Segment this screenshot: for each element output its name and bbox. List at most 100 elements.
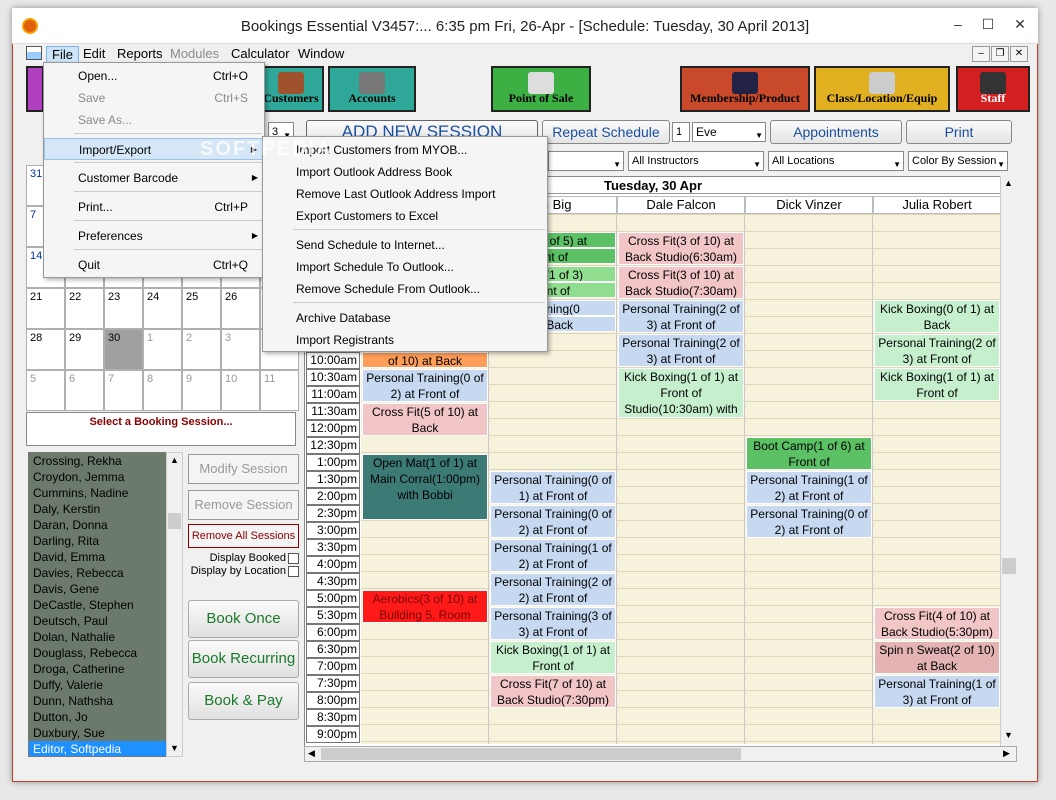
display-location-checkbox[interactable] — [288, 566, 299, 577]
schedule-event[interactable]: Personal Training(1 of 2) at Front of — [490, 539, 616, 572]
customer-list-scrollbar[interactable]: ▲ ▼ — [166, 452, 183, 757]
list-item[interactable]: Dunn, Nathsha — [29, 693, 167, 709]
calendar-icon[interactable] — [26, 46, 42, 60]
schedule-event[interactable]: Personal Training(2 of 3) at Front of — [874, 334, 1000, 367]
schedule-event[interactable]: Personal Training(0 of 2) at Front of — [746, 505, 872, 538]
list-item[interactable]: Croydon, Jemma — [29, 469, 167, 485]
schedule-event[interactable]: Cross Fit(4 of 10) at Back Studio(5:30pm… — [874, 607, 1000, 640]
submenu-item[interactable]: Send Schedule to Internet... — [263, 234, 547, 256]
calendar-day[interactable]: 22 — [65, 288, 104, 329]
schedule-event[interactable]: Open Mat(1 of 1) at Main Corral(1:00pm) … — [362, 454, 488, 520]
minimize-button[interactable]: – — [944, 14, 972, 34]
schedule-event[interactable]: Cross Fit(3 of 10) at Back Studio(7:30am… — [618, 266, 744, 299]
calendar-day[interactable]: 2 — [182, 329, 221, 370]
schedule-event[interactable]: Kick Boxing(0 of 1) at Back — [874, 300, 1000, 333]
calendar-day[interactable]: 29 — [65, 329, 104, 370]
appointments-button[interactable]: Appointments — [770, 120, 902, 144]
calendar-day[interactable]: 23 — [104, 288, 143, 329]
list-item[interactable]: DeCastle, Stephen — [29, 597, 167, 613]
calendar-day[interactable]: 1 — [143, 329, 182, 370]
list-item[interactable]: Editor, Softpedia — [29, 741, 167, 756]
color-select[interactable]: Color By Session ▼ — [908, 151, 1008, 171]
accounts-button[interactable]: Accounts — [328, 66, 416, 112]
calendar-day[interactable]: 10 — [221, 370, 260, 411]
schedule-event[interactable]: Cross Fit(7 of 10) at Back Studio(7:30pm… — [490, 675, 616, 708]
list-item[interactable]: Douglass, Rebecca — [29, 645, 167, 661]
modify-session-button[interactable]: Modify Session — [188, 454, 299, 484]
submenu-item[interactable]: Archive Database — [263, 307, 547, 329]
file-menu-item[interactable]: Print... Ctrl+P — [44, 196, 264, 218]
schedule-event[interactable]: Spin n Sweat(2 of 10) at Back — [874, 641, 1000, 674]
remove-session-button[interactable]: Remove Session — [188, 490, 299, 520]
staff-button[interactable]: Staff — [956, 66, 1030, 112]
calendar-day[interactable]: 7 — [104, 370, 143, 411]
scroll-thumb[interactable] — [168, 513, 181, 529]
schedule-event[interactable]: Personal Training(0 of 1) at Front of — [490, 471, 616, 504]
remove-all-sessions-button[interactable]: Remove All Sessions — [188, 524, 299, 548]
schedule-event[interactable]: Personal Training(2 of 3) at Front of — [618, 334, 744, 367]
submenu-item[interactable]: Import Registrants — [263, 329, 547, 351]
file-menu-item[interactable]: Save Ctrl+S — [44, 87, 264, 109]
list-item[interactable]: David, Emma — [29, 549, 167, 565]
close-button[interactable]: ✕ — [1006, 14, 1034, 34]
schedule-event[interactable]: Personal Training(0 of 2) at Front of — [490, 505, 616, 538]
scroll-thumb[interactable] — [321, 748, 741, 760]
list-item[interactable]: Crossing, Rekha — [29, 453, 167, 469]
toolbar-left-button[interactable] — [26, 66, 44, 112]
schedule-vscrollbar[interactable]: ▲ ▼ — [1000, 176, 1017, 746]
point-of-sale-button[interactable]: Point of Sale — [491, 66, 591, 112]
schedule-event[interactable]: Aerobics(3 of 10) at Building 5, Room — [362, 590, 488, 623]
chevron-down-icon[interactable]: ▼ — [1004, 730, 1013, 740]
calendar-day[interactable]: 3 — [221, 329, 260, 370]
locations-select[interactable]: All Locations ▼ — [768, 151, 904, 171]
customer-list[interactable]: Crossing, Rekha Croydon, Jemma Cummins, Na… — [28, 452, 168, 757]
schedule-event[interactable]: Personal Training(1 of 3) at Front of — [874, 675, 1000, 708]
schedule-event[interactable]: Cross Fit(5 of 10) at Back — [362, 403, 488, 436]
repeat-count-input[interactable]: 1 — [672, 122, 690, 142]
schedule-event[interactable]: Personal Training(3 of 3) at Front of — [490, 607, 616, 640]
menu-window[interactable]: Window — [293, 46, 349, 64]
list-item[interactable]: Dutton, Jo — [29, 709, 167, 725]
list-item[interactable]: Deutsch, Paul — [29, 613, 167, 629]
customers-button[interactable]: Customers — [258, 66, 324, 112]
schedule-event[interactable]: Personal Training(1 of 2) at Front of — [746, 471, 872, 504]
book-pay-button[interactable]: Book & Pay — [188, 682, 299, 720]
schedule-event[interactable]: Kick Boxing(1 of 1) at Front of — [874, 368, 1000, 401]
file-menu-item[interactable]: Save As... — [44, 109, 264, 131]
file-menu-item[interactable]: Quit Ctrl+Q — [44, 254, 264, 276]
chevron-up-icon[interactable]: ▲ — [1004, 178, 1013, 188]
mdi-close-button[interactable]: ✕ — [1010, 46, 1028, 62]
list-item[interactable]: Cummins, Nadine — [29, 485, 167, 501]
membership-product-button[interactable]: Membership/Product — [680, 66, 810, 112]
submenu-item[interactable]: Import Outlook Address Book — [263, 161, 547, 183]
calendar-day[interactable]: 24 — [143, 288, 182, 329]
schedule-event[interactable]: Kick Boxing(1 of 1) at Front of — [490, 641, 616, 674]
scroll-thumb[interactable] — [1002, 558, 1016, 574]
instructors-select[interactable]: All Instructors ▼ — [628, 151, 764, 171]
calendar-day[interactable]: 28 — [26, 329, 65, 370]
list-item[interactable]: Davis, Gene — [29, 581, 167, 597]
calendar-day[interactable]: 9 — [182, 370, 221, 411]
schedule-event[interactable]: Personal Training(2 of 3) at Front of — [618, 300, 744, 333]
chevron-left-icon[interactable]: ◀ — [308, 748, 315, 759]
list-item[interactable]: Darling, Rita — [29, 533, 167, 549]
schedule-event[interactable]: Boot Camp(1 of 6) at Front of — [746, 437, 872, 470]
file-menu-item[interactable]: Open... Ctrl+O — [44, 65, 264, 87]
mdi-minimize-button[interactable]: – — [972, 46, 990, 62]
eve-select[interactable]: Eve ▼ — [692, 122, 766, 142]
book-once-button[interactable]: Book Once — [188, 600, 299, 638]
repeat-schedule-button[interactable]: Repeat Schedule — [542, 120, 670, 144]
list-item[interactable]: Droga, Catherine — [29, 661, 167, 677]
calendar-day[interactable]: 25 — [182, 288, 221, 329]
print-button[interactable]: Print — [906, 120, 1012, 144]
file-menu-item[interactable]: Customer Barcode ▶ — [44, 167, 264, 189]
schedule-event[interactable]: Personal Training(2 of 2) at Front of — [490, 573, 616, 606]
calendar-day[interactable]: 21 — [26, 288, 65, 329]
list-item[interactable]: Daly, Kerstin — [29, 501, 167, 517]
calendar-day[interactable]: 26 — [221, 288, 260, 329]
filter-select[interactable]: ▼ — [548, 151, 624, 171]
chevron-down-icon[interactable]: ▼ — [170, 743, 179, 753]
list-item[interactable]: Davies, Rebecca — [29, 565, 167, 581]
calendar-day[interactable]: 30 — [104, 329, 143, 370]
calendar-day[interactable]: 5 — [26, 370, 65, 411]
